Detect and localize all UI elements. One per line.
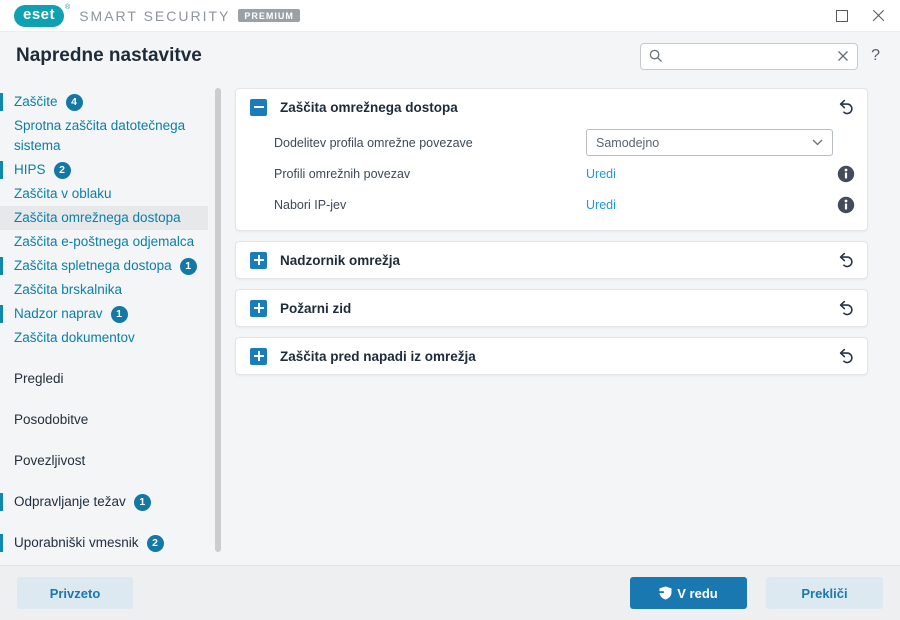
setting-row-ip-sets: Nabori IP-jev Uredi (236, 189, 867, 220)
sidebar-item-label: Posodobitve (14, 412, 89, 427)
footer: Privzeto V redu Prekliči (0, 565, 900, 620)
edit-link[interactable]: Uredi (586, 198, 616, 212)
setting-label: Profili omrežnih povezav (274, 166, 411, 181)
revert-icon[interactable] (837, 98, 855, 116)
expand-icon[interactable] (250, 299, 267, 317)
sidebar-item-uporabniski-vmesnik[interactable]: Uporabniški vmesnik 2 (0, 531, 208, 555)
page-title: Napredne nastavitve (16, 45, 202, 66)
section-title: Zaščita pred napadi iz omrežja (280, 348, 476, 364)
section-rows: Dodelitev profila omrežne povezave Samod… (236, 125, 867, 230)
search-icon (649, 49, 663, 63)
count-badge: 1 (110, 306, 128, 323)
search-box[interactable] (640, 42, 859, 70)
sidebar-item-zascita-omreznega-dostopa[interactable]: Zaščita omrežnega dostopa (0, 206, 208, 230)
sidebar-item-nadzor-naprav[interactable]: Nadzor naprav 1 (0, 302, 208, 326)
shield-icon (659, 586, 672, 600)
setting-row-network-profiles: Profili omrežnih povezav Uredi (236, 158, 867, 189)
profile-assignment-dropdown[interactable]: Samodejno (586, 129, 833, 156)
sidebar-item-pregledi[interactable]: Pregledi (0, 367, 208, 391)
sidebar-item-zascita-dokumentov[interactable]: Zaščita dokumentov (0, 326, 208, 350)
sidebar-item-label: HIPS (14, 162, 46, 177)
chevron-down-icon (812, 139, 823, 146)
sidebar-item-label: Zaščita spletnega dostopa (14, 258, 172, 273)
ok-button[interactable]: V redu (630, 577, 747, 609)
revert-icon[interactable] (837, 347, 855, 365)
sidebar-scrollbar[interactable] (215, 88, 221, 552)
section-zascita-omreznega-dostopa: Zaščita omrežnega dostopa Dodelitev prof… (235, 88, 868, 231)
body: Zaščite 4 Sprotna zaščita datotečnega sis… (0, 80, 900, 565)
eset-logo: eset ® (14, 3, 71, 27)
cancel-button-label: Prekliči (801, 585, 848, 601)
sidebar-item-label: Povezljivost (14, 453, 86, 468)
expand-icon[interactable] (250, 347, 267, 365)
sidebar-item-label: Odpravljanje težav (14, 494, 126, 509)
section-header[interactable]: Požarni zid (236, 290, 867, 326)
sidebar-item-label: Zaščita dokumentov (14, 330, 135, 345)
product-name: SMART SECURITY (79, 7, 231, 24)
sidebar-item-label: Zaščita omrežnega dostopa (14, 210, 181, 225)
sidebar-item-zascita-spletnega-dostopa[interactable]: Zaščita spletnega dostopa 1 (0, 254, 208, 278)
search-input[interactable] (663, 49, 838, 63)
sidebar: Zaščite 4 Sprotna zaščita datotečnega sis… (0, 80, 208, 565)
sidebar-item-label: Zaščite (14, 94, 58, 109)
sidebar-item-label: Zaščita e-poštnega odjemalca (14, 234, 195, 249)
setting-label: Dodelitev profila omrežne povezave (274, 135, 473, 150)
section-nadzornik-omrezja: Nadzornik omrežja (235, 241, 868, 279)
sidebar-item-label: Pregledi (14, 371, 64, 386)
sidebar-item-zascite[interactable]: Zaščite 4 (0, 90, 208, 114)
window-controls (836, 9, 886, 23)
count-badge: 1 (133, 494, 151, 511)
registered-trademark: ® (65, 3, 71, 11)
sidebar-item-label: Nadzor naprav (14, 306, 103, 321)
settings-content: Zaščita omrežnega dostopa Dodelitev prof… (235, 88, 868, 385)
count-badge: 1 (179, 258, 197, 275)
sidebar-item-povezljivost[interactable]: Povezljivost (0, 449, 208, 473)
edition-badge: PREMIUM (238, 9, 300, 22)
count-badge: 2 (53, 162, 71, 179)
sidebar-item-label: Sprotna zaščita datotečnega sistema (14, 118, 186, 153)
setting-row-profile-assignment: Dodelitev profila omrežne povezave Samod… (236, 127, 867, 158)
section-title: Požarni zid (280, 300, 352, 316)
section-header[interactable]: Zaščita pred napadi iz omrežja (236, 338, 867, 374)
sidebar-item-hips[interactable]: HIPS 2 (0, 158, 208, 182)
sidebar-item-label: Uporabniški vmesnik (14, 535, 139, 550)
ok-button-label: V redu (677, 585, 718, 601)
help-icon[interactable]: ? (871, 47, 880, 65)
edit-link[interactable]: Uredi (586, 167, 616, 181)
section-pozarni-zid: Požarni zid (235, 289, 868, 327)
search-clear-icon[interactable] (837, 50, 849, 62)
default-button[interactable]: Privzeto (17, 577, 133, 609)
sidebar-item-zascita-brskalnika[interactable]: Zaščita brskalnika (0, 278, 208, 302)
sidebar-item-posodobitve[interactable]: Posodobitve (0, 408, 208, 432)
count-badge: 4 (65, 94, 83, 111)
sidebar-item-sprotna-zascita[interactable]: Sprotna zaščita datotečnega sistema (0, 114, 208, 158)
sidebar-item-zascita-v-oblaku[interactable]: Zaščita v oblaku (0, 182, 208, 206)
eset-advanced-setup-window: eset ® SMART SECURITY PREMIUM Napredne n… (0, 0, 900, 620)
revert-icon[interactable] (837, 251, 855, 269)
sidebar-item-odpravljanje-tezav[interactable]: Odpravljanje težav 1 (0, 490, 208, 514)
section-title: Nadzornik omrežja (280, 252, 401, 268)
titlebar: eset ® SMART SECURITY PREMIUM (0, 0, 900, 32)
section-zascita-pred-napadi: Zaščita pred napadi iz omrežja (235, 337, 868, 375)
cancel-button[interactable]: Prekliči (766, 577, 883, 609)
collapse-icon[interactable] (250, 98, 267, 116)
sidebar-item-zascita-epostnega-odjemalca[interactable]: Zaščita e-poštnega odjemalca (0, 230, 208, 254)
expand-icon[interactable] (250, 251, 267, 269)
count-badge: 2 (146, 535, 164, 552)
revert-icon[interactable] (837, 299, 855, 317)
eset-logo-text: eset (14, 4, 65, 27)
sidebar-item-label: Zaščita brskalnika (14, 282, 123, 297)
section-header[interactable]: Nadzornik omrežja (236, 242, 867, 278)
default-button-label: Privzeto (49, 585, 101, 601)
section-title: Zaščita omrežnega dostopa (280, 99, 458, 115)
info-icon[interactable] (837, 165, 855, 183)
setting-label: Nabori IP-jev (274, 197, 347, 212)
dropdown-value: Samodejno (596, 135, 660, 150)
section-header[interactable]: Zaščita omrežnega dostopa (236, 89, 867, 125)
maximize-icon[interactable] (836, 9, 848, 22)
sidebar-item-label: Zaščita v oblaku (14, 186, 112, 201)
close-icon[interactable] (872, 9, 886, 23)
info-icon[interactable] (837, 196, 855, 214)
page-header: Napredne nastavitve ? (0, 32, 900, 80)
